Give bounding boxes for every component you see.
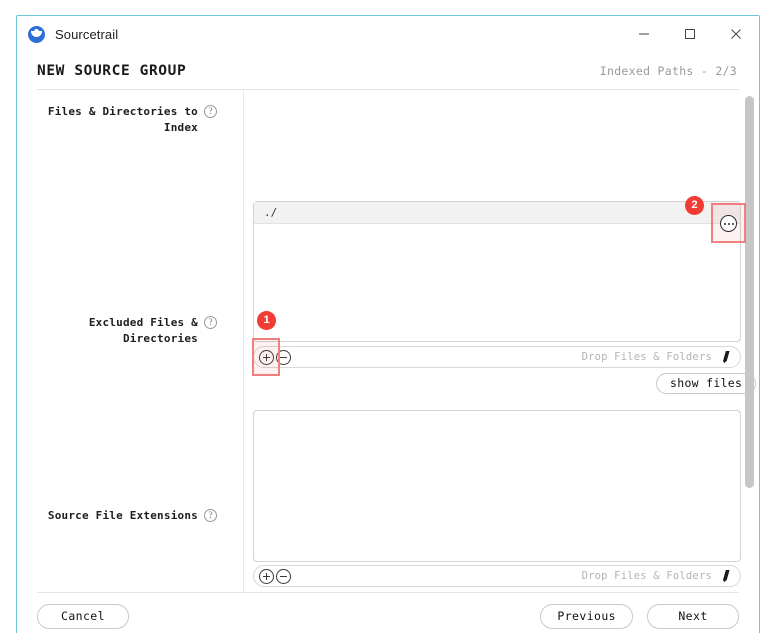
page-title: NEW SOURCE GROUP [37,63,187,79]
help-icon[interactable]: ? [204,316,217,329]
ellipsis-circle-icon[interactable] [720,215,737,232]
previous-button[interactable]: Previous [540,603,633,629]
section-files-to-index: Files & Directories to Index ? [17,104,729,136]
section-excluded-files: Excluded Files & Directories ? [17,315,729,347]
sourcetrail-logo-icon [28,25,45,43]
content-scrollbar-track[interactable] [744,90,755,592]
annotation-badge-1: 1 [257,311,276,330]
files-to-index-toolbar: Drop Files & Folders [253,346,741,368]
help-icon[interactable]: ? [204,509,217,522]
dialog-header: NEW SOURCE GROUP Indexed Paths - 2/3 [17,52,759,90]
cancel-button[interactable]: Cancel [37,603,129,629]
excluded-files-label-group: Excluded Files & Directories ? [17,315,217,347]
maximize-icon[interactable] [667,16,713,52]
footer-divider [37,592,739,593]
excluded-files-label: Excluded Files & Directories [88,316,198,345]
window-title: Sourcetrail [55,26,119,42]
step-indicator: Indexed Paths - 2/3 [599,64,737,78]
sourcetrail-window: Sourcetrail NEW SOURCE GROUP Indexed Pat… [16,15,760,633]
next-button[interactable]: Next [647,603,739,629]
content-scrollbar-thumb[interactable] [745,96,754,488]
excluded-files-panel[interactable] [253,410,741,562]
screenshot-root: Sourcetrail NEW SOURCE GROUP Indexed Pat… [0,0,768,633]
dialog-content: Files & Directories to Index ? ./ Drop F… [17,90,759,592]
source-extensions-label-group: Source File Extensions ? [17,508,217,524]
show-files-button[interactable]: show files [656,373,757,394]
section-source-extensions: Source File Extensions ? [17,508,729,524]
close-icon[interactable] [713,16,759,52]
list-item[interactable]: ./ [254,202,740,224]
footer-actions: Previous Next [540,603,739,629]
drop-hint-label: Drop Files & Folders [581,351,712,363]
pen-icon[interactable] [721,351,732,364]
excluded-files-list[interactable] [254,411,740,561]
pen-icon[interactable] [721,570,732,583]
annotation-badge-2: 2 [685,196,704,215]
minimize-icon[interactable] [621,16,667,52]
drop-hint-label: Drop Files & Folders [581,570,712,582]
excluded-files-toolbar: Drop Files & Folders [253,565,741,587]
files-to-index-label: Files & Directories to Index [47,105,198,134]
title-bar: Sourcetrail [17,16,759,52]
help-icon[interactable]: ? [204,105,217,118]
window-controls [621,16,759,52]
minus-circle-icon[interactable] [276,568,291,584]
dialog-footer: Cancel Previous Next [17,592,759,633]
highlight-box-1 [252,338,280,376]
files-to-index-label-group: Files & Directories to Index ? [17,104,217,136]
source-extensions-label: Source File Extensions [47,509,198,522]
plus-circle-icon[interactable] [259,568,274,584]
